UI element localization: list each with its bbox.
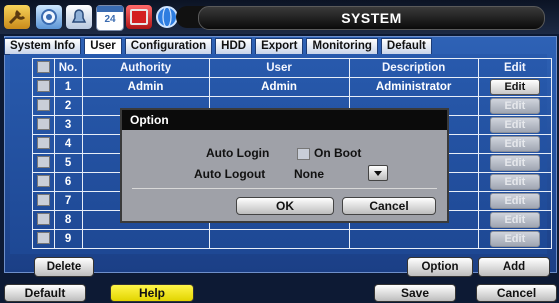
cell-no: 1 <box>53 77 83 97</box>
cell-no: 5 <box>53 153 83 173</box>
cell-no: 9 <box>53 229 83 249</box>
wrench-icon[interactable] <box>4 5 30 29</box>
edit-button[interactable]: Edit <box>489 79 540 95</box>
tab-export[interactable]: Export <box>255 38 304 55</box>
table-header-row: No. Authority User Description Edit <box>32 58 553 78</box>
bell-icon[interactable] <box>66 5 92 29</box>
table-row[interactable]: 9 Edit <box>32 229 553 249</box>
edit-button: Edit <box>489 155 540 171</box>
gear-icon[interactable] <box>36 5 62 29</box>
record-icon[interactable] <box>126 5 152 29</box>
tab-user[interactable]: User <box>84 38 122 55</box>
col-header-edit: Edit <box>477 58 553 78</box>
cell-no: 8 <box>53 210 83 230</box>
auto-logout-label: Auto Logout <box>194 167 266 181</box>
ok-button[interactable]: OK <box>236 197 334 215</box>
cell-user <box>208 229 350 249</box>
tab-monitoring[interactable]: Monitoring <box>306 38 378 55</box>
col-header-user: User <box>208 58 350 78</box>
option-button[interactable]: Option <box>407 257 473 277</box>
top-toolbar: 24 SYSTEM <box>0 0 559 34</box>
cancel-button[interactable]: Cancel <box>476 284 557 302</box>
row-checkbox[interactable] <box>36 174 50 187</box>
edit-button: Edit <box>489 174 540 190</box>
select-all-checkbox[interactable] <box>36 60 50 73</box>
row-checkbox[interactable] <box>36 79 50 92</box>
col-header-authority: Authority <box>81 58 210 78</box>
auto-login-label: Auto Login <box>206 146 270 160</box>
default-button[interactable]: Default <box>4 284 86 302</box>
delete-button[interactable]: Delete <box>34 257 94 277</box>
edit-button: Edit <box>489 193 540 209</box>
row-checkbox[interactable] <box>36 212 50 225</box>
row-checkbox[interactable] <box>36 155 50 168</box>
tab-bar: System Info User Configuration HDD Expor… <box>4 38 435 55</box>
auto-logout-select[interactable]: None <box>292 165 388 181</box>
add-button[interactable]: Add <box>478 257 550 277</box>
edit-button: Edit <box>489 98 540 114</box>
dialog-cancel-button[interactable]: Cancel <box>342 197 436 215</box>
edit-button: Edit <box>489 117 540 133</box>
tab-default[interactable]: Default <box>380 38 432 55</box>
cell-authority <box>81 229 210 249</box>
edit-button: Edit <box>489 231 540 247</box>
select-all-header[interactable] <box>32 58 55 78</box>
row-checkbox[interactable] <box>36 98 50 111</box>
option-dialog: Option Auto Login On Boot Auto Logout No… <box>120 108 449 223</box>
cell-no: 7 <box>53 191 83 211</box>
window-title: SYSTEM <box>198 6 545 30</box>
on-boot-checkbox[interactable] <box>297 148 310 160</box>
cell-user: Admin <box>208 77 350 97</box>
cell-no: 4 <box>53 134 83 154</box>
tab-configuration[interactable]: Configuration <box>124 38 213 55</box>
row-checkbox[interactable] <box>36 136 50 149</box>
tab-hdd[interactable]: HDD <box>215 38 253 55</box>
cell-description: Administrator <box>348 77 479 97</box>
cell-description <box>348 229 479 249</box>
edit-button: Edit <box>489 212 540 228</box>
row-checkbox[interactable] <box>36 117 50 130</box>
cell-no: 6 <box>53 172 83 192</box>
chevron-down-icon[interactable] <box>368 165 388 181</box>
table-row[interactable]: 1 Admin Admin Administrator Edit <box>32 77 553 97</box>
save-button[interactable]: Save <box>374 284 456 302</box>
dialog-divider <box>132 188 437 189</box>
calendar-icon[interactable]: 24 <box>96 5 124 31</box>
auto-logout-value: None <box>294 167 324 181</box>
calendar-day-text: 24 <box>104 14 116 25</box>
help-button[interactable]: Help <box>110 284 194 302</box>
cell-no: 2 <box>53 96 83 116</box>
edit-button: Edit <box>489 136 540 152</box>
tab-system-info[interactable]: System Info <box>4 38 82 55</box>
on-boot-label: On Boot <box>314 146 362 160</box>
row-checkbox[interactable] <box>36 193 50 206</box>
col-header-description: Description <box>348 58 479 78</box>
cell-authority: Admin <box>81 77 210 97</box>
col-header-no: No. <box>53 58 83 78</box>
cell-no: 3 <box>53 115 83 135</box>
row-checkbox[interactable] <box>36 231 50 244</box>
dialog-title: Option <box>122 110 447 130</box>
